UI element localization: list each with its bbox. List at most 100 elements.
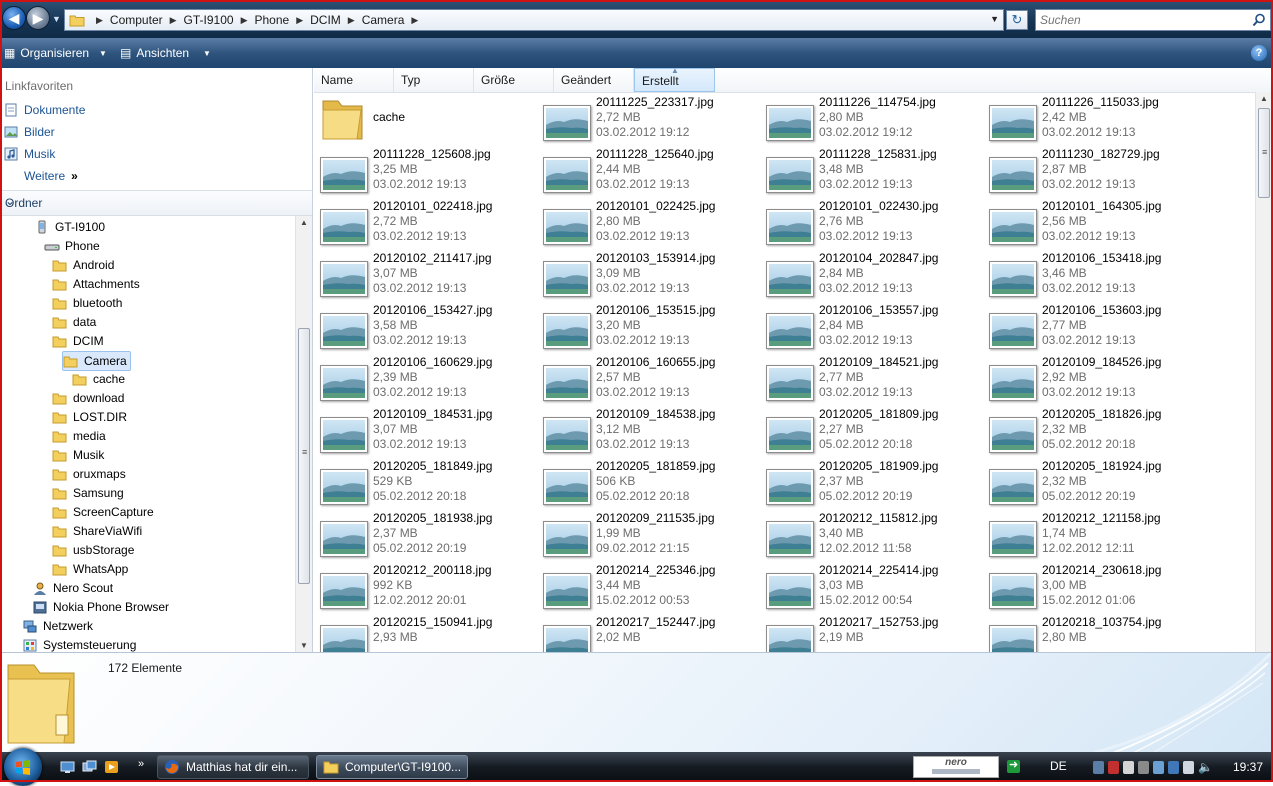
folder-item[interactable]: cache <box>314 93 536 145</box>
file-item[interactable]: 20120214_230618.jpg 3,00 MB 15.02.2012 01:… <box>983 561 1205 613</box>
file-item[interactable]: 20111230_182729.jpg 2,87 MB 03.02.2012 19:… <box>983 145 1205 197</box>
breadcrumb-separator-icon[interactable]: ▶ <box>411 15 418 26</box>
favorite-documents[interactable]: Dokumente <box>4 101 85 119</box>
breadcrumb-item[interactable]: DCIM <box>310 13 341 27</box>
file-item[interactable]: 20111228_125640.jpg 2,44 MB 03.02.2012 19:… <box>537 145 759 197</box>
clock[interactable]: 19:37 <box>1233 760 1263 774</box>
folders-header[interactable]: Ordner ⌄ <box>0 190 312 216</box>
file-item[interactable]: 20120205_181859.jpg 506 KB 05.02.2012 20:1… <box>537 457 759 509</box>
breadcrumb-item[interactable]: Computer <box>110 13 163 27</box>
scroll-thumb[interactable]: ≡ <box>298 328 310 584</box>
file-item[interactable]: 20120103_153914.jpg 3,09 MB 03.02.2012 19:… <box>537 249 759 301</box>
file-item[interactable]: 20120109_184531.jpg 3,07 MB 03.02.2012 19:… <box>314 405 536 457</box>
antivirus-tray-icon[interactable] <box>1108 760 1119 774</box>
file-item[interactable]: 20120106_160629.jpg 2,39 MB 03.02.2012 19:… <box>314 353 536 405</box>
file-item[interactable]: 20120212_121158.jpg 1,74 MB 12.02.2012 12:… <box>983 509 1205 561</box>
tree-item-lost-dir[interactable]: LOST.DIR <box>52 408 127 426</box>
file-item[interactable]: 20120218_103754.jpg 2,80 MB <box>983 613 1205 652</box>
column-header-name[interactable]: Name <box>314 68 394 92</box>
search-box[interactable] <box>1035 9 1271 31</box>
tree-item-nero-scout[interactable]: Nero Scout <box>32 579 113 597</box>
scroll-up-icon[interactable]: ▲ <box>1260 94 1268 103</box>
switch-windows-icon[interactable] <box>82 760 97 774</box>
scroll-thumb[interactable]: ≡ <box>1258 108 1270 198</box>
tree-item-download[interactable]: download <box>52 389 124 407</box>
tree-item-media[interactable]: media <box>52 427 106 445</box>
column-header-created[interactable]: ▲ Erstellt <box>634 68 715 92</box>
address-bar[interactable]: ▶ Computer ▶ GT-I9100 ▶ Phone ▶ DCIM ▶ Camera ▶ ▼ <box>64 9 1004 31</box>
tree-item-phone[interactable]: Phone <box>44 237 100 255</box>
file-item[interactable]: 20120106_153557.jpg 2,84 MB 03.02.2012 19:… <box>760 301 982 353</box>
folder-tree-scrollbar[interactable]: ▲ ≡ ▼ <box>295 216 312 652</box>
help-icon[interactable]: ? <box>1251 45 1267 61</box>
file-item[interactable]: 20120217_152753.jpg 2,19 MB <box>760 613 982 652</box>
taskbar-item-explorer[interactable]: Computer\GT-I9100... <box>316 755 468 779</box>
app-tray-icon[interactable] <box>1138 760 1149 774</box>
file-item[interactable]: 20111226_115033.jpg 2,42 MB 03.02.2012 19:… <box>983 93 1205 145</box>
tree-item-gt-i9100[interactable]: GT-I9100 <box>34 218 105 236</box>
breadcrumb-separator-icon[interactable]: ▶ <box>170 15 177 26</box>
refresh-button[interactable]: ↻ <box>1006 10 1028 30</box>
app-tray-icon[interactable] <box>1123 760 1134 774</box>
file-item[interactable]: 20120205_181924.jpg 2,32 MB 05.02.2012 20:… <box>983 457 1205 509</box>
breadcrumb-separator-icon[interactable]: ▶ <box>96 15 103 26</box>
recent-pages-dropdown[interactable]: ▼ <box>52 14 61 24</box>
file-item[interactable]: 20120106_153603.jpg 2,77 MB 03.02.2012 19:… <box>983 301 1205 353</box>
tree-item-systemsteuerung[interactable]: Systemsteuerung <box>22 636 136 652</box>
tree-item-camera[interactable]: Camera <box>62 351 131 371</box>
nero-search-box[interactable]: nero <box>913 756 999 778</box>
file-item[interactable]: 20120109_184538.jpg 3,12 MB 03.02.2012 19:… <box>537 405 759 457</box>
file-item[interactable]: 20120101_022430.jpg 2,76 MB 03.02.2012 19:… <box>760 197 982 249</box>
tree-item-bluetooth[interactable]: bluetooth <box>52 294 122 312</box>
back-button[interactable]: ◀ <box>2 6 26 30</box>
file-item[interactable]: 20120212_200118.jpg 992 KB 12.02.2012 20:0… <box>314 561 536 613</box>
start-button[interactable] <box>4 748 42 786</box>
tree-item-shareviawifi[interactable]: ShareViaWifi <box>52 522 142 540</box>
search-icon[interactable] <box>1252 13 1266 27</box>
file-item[interactable]: 20111228_125608.jpg 3,25 MB 03.02.2012 19:… <box>314 145 536 197</box>
tree-item-android[interactable]: Android <box>52 256 114 274</box>
file-item[interactable]: 20120109_184521.jpg 2,77 MB 03.02.2012 19:… <box>760 353 982 405</box>
file-item[interactable]: 20120102_211417.jpg 3,07 MB 03.02.2012 19:… <box>314 249 536 301</box>
file-item[interactable]: 20120205_181909.jpg 2,37 MB 05.02.2012 20:… <box>760 457 982 509</box>
volume-icon[interactable]: 🔈 <box>1198 760 1213 774</box>
network-tray-icon[interactable] <box>1093 760 1104 774</box>
display-tray-icon[interactable] <box>1153 760 1164 774</box>
tree-item-nokia-phone-browser[interactable]: Nokia Phone Browser <box>32 598 169 616</box>
file-item[interactable]: 20120101_022418.jpg 2,72 MB 03.02.2012 19:… <box>314 197 536 249</box>
file-item[interactable]: 20120205_181809.jpg 2,27 MB 05.02.2012 20:… <box>760 405 982 457</box>
file-item[interactable]: 20120205_181826.jpg 2,32 MB 05.02.2012 20:… <box>983 405 1205 457</box>
file-item[interactable]: 20120104_202847.jpg 2,84 MB 03.02.2012 19:… <box>760 249 982 301</box>
tree-item-netzwerk[interactable]: Netzwerk <box>22 617 93 635</box>
forward-button[interactable]: ▶ <box>26 6 50 30</box>
breadcrumb-separator-icon[interactable]: ▶ <box>296 15 303 26</box>
column-header-size[interactable]: Größe <box>474 68 554 92</box>
scroll-down-icon[interactable]: ▼ <box>300 641 308 650</box>
tree-item-attachments[interactable]: Attachments <box>52 275 140 293</box>
breadcrumb-separator-icon[interactable]: ▶ <box>241 15 248 26</box>
column-header-modified[interactable]: Geändert <box>554 68 634 92</box>
tree-item-usbstorage[interactable]: usbStorage <box>52 541 134 559</box>
media-player-icon[interactable] <box>104 760 119 774</box>
file-item[interactable]: 20120109_184526.jpg 2,92 MB 03.02.2012 19:… <box>983 353 1205 405</box>
breadcrumb-item[interactable]: Camera <box>362 13 405 27</box>
quick-launch-more-icon[interactable]: » <box>138 758 144 770</box>
file-item[interactable]: 20111226_114754.jpg 2,80 MB 03.02.2012 19:… <box>760 93 982 145</box>
file-item[interactable]: 20120217_152447.jpg 2,02 MB <box>537 613 759 652</box>
file-item[interactable]: 20120209_211535.jpg 1,99 MB 09.02.2012 21:… <box>537 509 759 561</box>
tree-item-cache[interactable]: cache <box>72 370 125 388</box>
favorite-music[interactable]: Musik <box>4 145 55 163</box>
scroll-up-icon[interactable]: ▲ <box>300 218 308 227</box>
file-item[interactable]: 20120215_150941.jpg 2,93 MB <box>314 613 536 652</box>
file-item[interactable]: 20111225_223317.jpg 2,72 MB 03.02.2012 19:… <box>537 93 759 145</box>
organize-button[interactable]: ▦ Organisieren ▼ <box>4 44 107 62</box>
breadcrumb[interactable]: ▶ Computer ▶ GT-I9100 ▶ Phone ▶ DCIM ▶ Camera ▶ <box>89 10 425 30</box>
device-tray-icon[interactable] <box>1183 760 1194 774</box>
tree-item-whatsapp[interactable]: WhatsApp <box>52 560 128 578</box>
breadcrumb-item[interactable]: Phone <box>254 13 289 27</box>
file-item[interactable]: 20111228_125831.jpg 3,48 MB 03.02.2012 19:… <box>760 145 982 197</box>
language-indicator[interactable]: DE <box>1050 759 1067 773</box>
file-item[interactable]: 20120205_181938.jpg 2,37 MB 05.02.2012 20:… <box>314 509 536 561</box>
connection-tray-icon[interactable] <box>1168 760 1179 774</box>
breadcrumb-item[interactable]: GT-I9100 <box>184 13 234 27</box>
